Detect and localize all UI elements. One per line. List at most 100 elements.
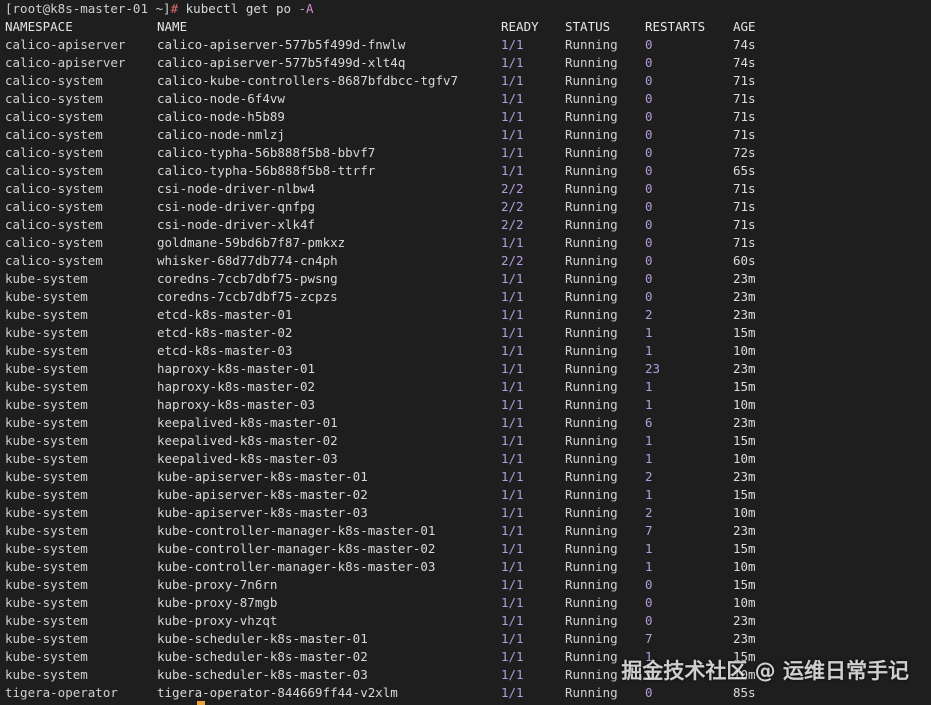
cell-status: Running	[565, 505, 618, 520]
cell-restarts: 6	[645, 415, 653, 430]
cell-namespace: calico-system	[5, 217, 103, 232]
cell-status: Running	[565, 199, 618, 214]
cell-age: 15m	[733, 379, 756, 394]
cell-status: Running	[565, 397, 618, 412]
table-row: kube-system kube-apiserver-k8s-master-01 1…	[5, 468, 931, 486]
cell-name: csi-node-driver-xlk4f	[157, 217, 316, 232]
cell-restarts: 0	[645, 145, 653, 160]
table-row: calico-system calico-typha-56b888f5b8-ttr…	[5, 162, 931, 180]
cell-age: 71s	[733, 181, 756, 196]
cell-age: 23m	[733, 631, 756, 646]
cell-age: 71s	[733, 73, 756, 88]
cell-name: kube-proxy-87mgb	[157, 595, 278, 610]
cell-name: kube-apiserver-k8s-master-01	[157, 469, 368, 484]
pod-table-body: calico-apiserver calico-apiserver-577b5f4…	[5, 36, 931, 702]
header-namespace: NAMESPACE	[5, 19, 73, 34]
cell-name: etcd-k8s-master-01	[157, 307, 293, 322]
cell-ready: 1/1	[501, 523, 524, 538]
cell-restarts: 1	[645, 379, 653, 394]
cell-status: Running	[565, 109, 618, 124]
cell-status: Running	[565, 217, 618, 232]
cell-restarts: 0	[645, 685, 653, 700]
cell-restarts: 1	[645, 343, 653, 358]
cell-status: Running	[565, 595, 618, 610]
cell-status: Running	[565, 379, 618, 394]
cell-namespace: calico-system	[5, 163, 103, 178]
table-row: calico-system csi-node-driver-xlk4f 2/2 Run…	[5, 216, 931, 234]
cell-name: calico-apiserver-577b5f499d-fnwlw	[157, 37, 406, 52]
cell-name: csi-node-driver-nlbw4	[157, 181, 316, 196]
cell-namespace: kube-system	[5, 613, 88, 628]
cell-ready: 1/1	[501, 325, 524, 340]
cell-age: 71s	[733, 235, 756, 250]
cell-name: coredns-7ccb7dbf75-pwsng	[157, 271, 338, 286]
cell-ready: 1/1	[501, 271, 524, 286]
cell-restarts: 0	[645, 91, 653, 106]
cell-namespace: kube-system	[5, 325, 88, 340]
cell-ready: 1/1	[501, 307, 524, 322]
cell-namespace: calico-system	[5, 109, 103, 124]
cell-ready: 1/1	[501, 397, 524, 412]
terminal-window[interactable]: [root@k8s-master-01 ~]# kubectl get po -…	[0, 0, 931, 705]
cell-name: kube-controller-manager-k8s-master-02	[157, 541, 436, 556]
cell-ready: 2/2	[501, 217, 524, 232]
table-row: kube-system kube-apiserver-k8s-master-02 1…	[5, 486, 931, 504]
cell-status: Running	[565, 631, 618, 646]
cell-restarts: 7	[645, 523, 653, 538]
cell-age: 85s	[733, 685, 756, 700]
table-row: calico-system whisker-68d77db774-cn4ph 2/2…	[5, 252, 931, 270]
cell-name: calico-node-h5b89	[157, 109, 285, 124]
cell-namespace: calico-system	[5, 127, 103, 142]
cell-namespace: calico-system	[5, 199, 103, 214]
cell-namespace: kube-system	[5, 631, 88, 646]
cell-status: Running	[565, 253, 618, 268]
cell-restarts: 2	[645, 307, 653, 322]
cell-namespace: tigera-operator	[5, 685, 118, 700]
cell-ready: 1/1	[501, 361, 524, 376]
table-row: calico-system calico-typha-56b888f5b8-bbv…	[5, 144, 931, 162]
cell-name: etcd-k8s-master-02	[157, 325, 293, 340]
cell-namespace: kube-system	[5, 343, 88, 358]
cell-name: keepalived-k8s-master-03	[157, 451, 338, 466]
command-flag: -A	[298, 1, 314, 16]
cell-restarts: 7	[645, 631, 653, 646]
cell-namespace: calico-system	[5, 145, 103, 160]
cell-age: 71s	[733, 199, 756, 214]
table-row: kube-system kube-proxy-87mgb 1/1 Running 0 10…	[5, 594, 931, 612]
cell-restarts: 2	[645, 469, 653, 484]
cell-name: kube-apiserver-k8s-master-03	[157, 505, 368, 520]
cell-namespace: kube-system	[5, 595, 88, 610]
cell-status: Running	[565, 145, 618, 160]
cell-ready: 1/1	[501, 343, 524, 358]
cell-ready: 1/1	[501, 109, 524, 124]
cell-status: Running	[565, 613, 618, 628]
cell-status: Running	[565, 37, 618, 52]
cell-restarts: 1	[645, 487, 653, 502]
cell-age: 23m	[733, 307, 756, 322]
cell-namespace: calico-apiserver	[5, 37, 126, 52]
cell-status: Running	[565, 73, 618, 88]
cell-name: kube-scheduler-k8s-master-02	[157, 649, 368, 664]
cell-ready: 1/1	[501, 487, 524, 502]
cell-restarts: 1	[645, 541, 653, 556]
cell-age: 71s	[733, 109, 756, 124]
cell-restarts: 0	[645, 127, 653, 142]
cell-namespace: kube-system	[5, 433, 88, 448]
cell-age: 15m	[733, 487, 756, 502]
cell-ready: 1/1	[501, 37, 524, 52]
table-row: kube-system kube-apiserver-k8s-master-03 1…	[5, 504, 931, 522]
cell-name: keepalived-k8s-master-01	[157, 415, 338, 430]
cell-status: Running	[565, 523, 618, 538]
table-row: kube-system kube-proxy-7n6rn 1/1 Running 0 15…	[5, 576, 931, 594]
cell-ready: 1/1	[501, 505, 524, 520]
cell-name: calico-typha-56b888f5b8-ttrfr	[157, 163, 376, 178]
cell-namespace: kube-system	[5, 271, 88, 286]
cell-ready: 1/1	[501, 613, 524, 628]
cell-status: Running	[565, 487, 618, 502]
cell-ready: 1/1	[501, 433, 524, 448]
cell-name: csi-node-driver-qnfpg	[157, 199, 316, 214]
cell-restarts: 0	[645, 55, 653, 70]
cell-age: 15m	[733, 577, 756, 592]
cell-age: 10m	[733, 397, 756, 412]
table-row: kube-system kube-controller-manager-k8s-m…	[5, 558, 931, 576]
